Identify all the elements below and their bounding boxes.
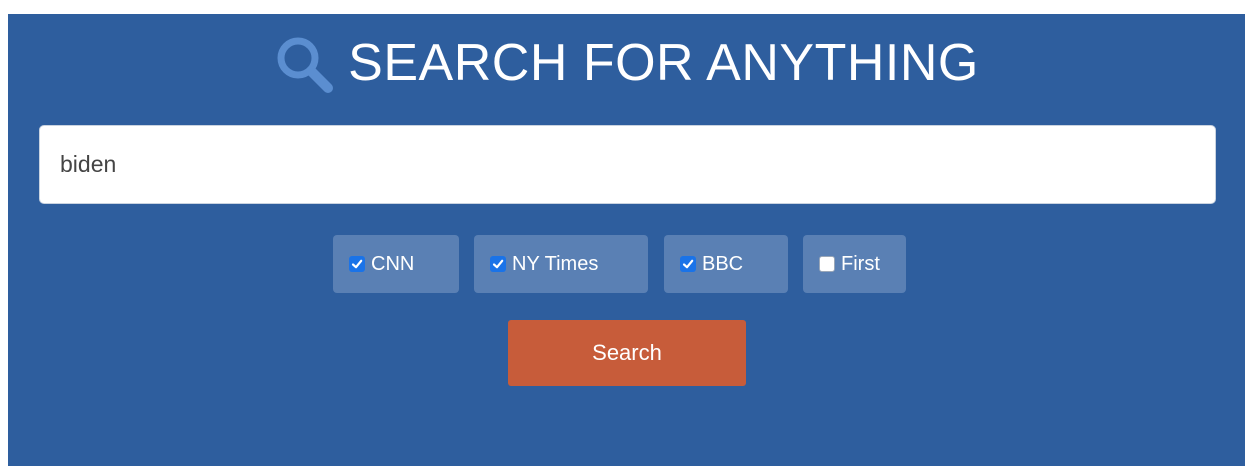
source-filters: CNN NY Times BBC First [8,235,1245,293]
page-header: SEARCH FOR ANYTHING [8,28,1245,98]
filter-label: BBC [702,252,744,275]
checkbox-unchecked-icon[interactable] [819,256,835,272]
checkbox-checked-icon[interactable] [680,256,696,272]
search-button[interactable]: Search [508,320,746,386]
filter-ny-times[interactable]: NY Times [474,235,648,293]
search-panel: SEARCH FOR ANYTHING CNN NY Times BBC Fir… [8,14,1245,466]
checkbox-checked-icon[interactable] [349,256,365,272]
filter-label: First [841,252,880,275]
search-icon [274,34,334,94]
checkbox-checked-icon[interactable] [490,256,506,272]
search-input[interactable] [39,125,1216,204]
filter-label: CNN [371,252,415,275]
page-title: SEARCH FOR ANYTHING [348,34,979,92]
filter-label: NY Times [512,252,599,275]
filter-cnn[interactable]: CNN [333,235,459,293]
filter-bbc[interactable]: BBC [664,235,788,293]
filter-first[interactable]: First [803,235,906,293]
